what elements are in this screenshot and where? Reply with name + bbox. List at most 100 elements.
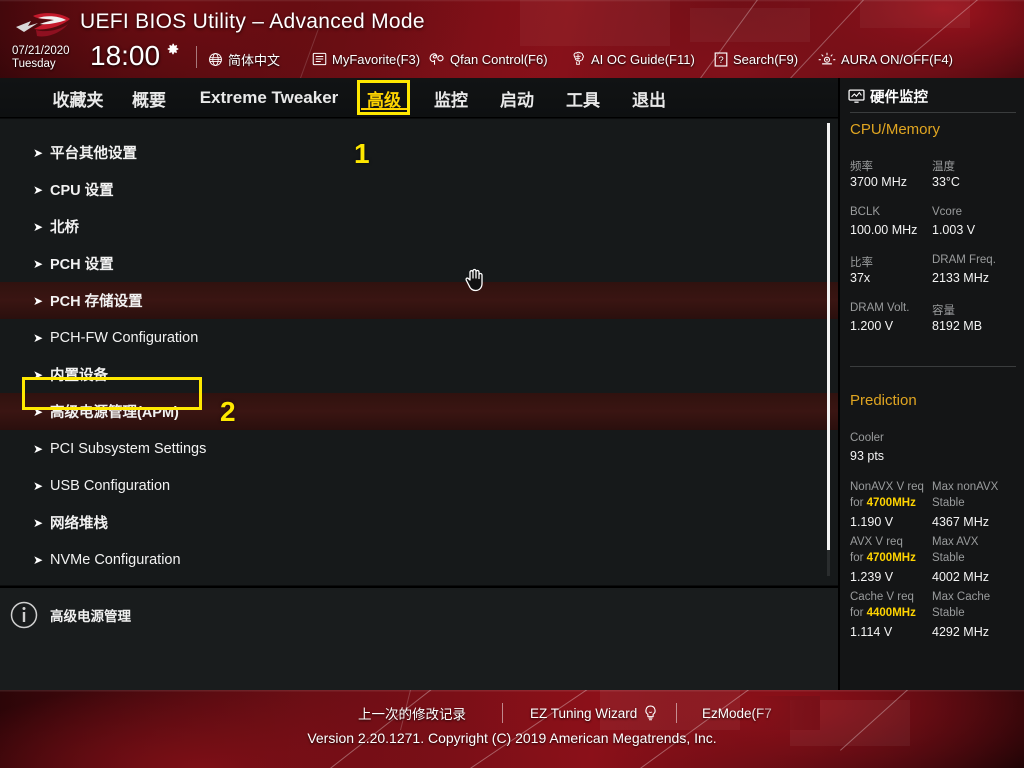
pred-nonavx-value: 1.190 V	[850, 515, 894, 529]
hw-key-bclk: BCLK	[850, 206, 881, 218]
header-item-label: Qfan Control(F6)	[450, 51, 548, 67]
list-item-northbridge[interactable]: ➤ 北桥	[0, 208, 838, 245]
header-item-language[interactable]: 简体中文	[208, 48, 280, 70]
list-item-pch-storage[interactable]: ➤ PCH 存储设置	[0, 282, 838, 319]
hw-key-ratio: 比率	[850, 257, 873, 269]
header-item-label: MyFavorite(F3)	[332, 51, 421, 67]
chevron-right-icon: ➤	[33, 145, 44, 160]
section-cpu-memory-title: CPU/Memory	[850, 121, 941, 138]
bulb-icon	[645, 705, 656, 721]
date-display: 07/21/2020 Tuesday	[12, 45, 70, 70]
bios-screen: UEFI BIOS Utility – Advanced Mode 07/21/…	[0, 0, 1024, 768]
footer-divider-1	[502, 703, 503, 723]
info-panel: 高级电源管理	[0, 586, 838, 690]
chevron-right-icon: ➤	[33, 478, 44, 493]
footer-item-label: 上一次的修改记录	[358, 707, 466, 722]
rog-eye-logo	[16, 13, 70, 37]
pred-for-prefix: for	[850, 497, 867, 509]
tab-boot[interactable]: 启动	[490, 78, 544, 118]
header-item-qfan-control[interactable]: Qfan Control(F6)	[428, 48, 548, 70]
tab-tool[interactable]: 工具	[556, 78, 610, 118]
hw-val-vcore: 1.003 V	[932, 223, 976, 237]
scrollbar-thumb[interactable]	[827, 123, 830, 550]
chevron-right-icon: ➤	[33, 219, 44, 234]
footer-right-fade	[750, 696, 820, 730]
pred-max-cache-l2: Stable	[932, 607, 965, 619]
svg-text:?: ?	[718, 54, 723, 65]
list-item-label: 平台其他设置	[50, 146, 137, 162]
header-divider	[196, 46, 197, 68]
clock-display: 18:00	[90, 40, 161, 71]
hw-monitor-title-label: 硬件监控	[870, 90, 928, 106]
hw-key-cooler: Cooler	[850, 432, 884, 444]
pred-max-cache-l1: Max Cache	[932, 591, 991, 603]
pred-for-prefix: for	[850, 607, 867, 619]
hw-key-capacity: 容量	[932, 305, 955, 317]
chevron-right-icon: ➤	[33, 256, 44, 271]
hw-key-temp: 温度	[932, 161, 955, 173]
pred-max-nonavx-l2: Stable	[932, 497, 965, 509]
list-item-pch-config[interactable]: ➤ PCH 设置	[0, 245, 838, 282]
header-item-aura[interactable]: AURA ON/OFF(F4)	[818, 48, 953, 70]
footer-divider-2	[676, 703, 677, 723]
pred-freq-highlight: 4400MHz	[866, 607, 916, 619]
pred-nonavx-key-l1: NonAVX V req	[850, 481, 924, 493]
pred-max-avx-l1: Max AVX	[932, 536, 979, 548]
aura-led-icon	[818, 52, 836, 65]
version-text: Version 2.20.1271. Copyright (C) 2019 Am…	[307, 730, 717, 746]
annotation-box-advanced-tab	[357, 80, 410, 115]
hw-val-cooler: 93 pts	[850, 449, 885, 463]
list-item-pch-fw[interactable]: ➤ PCH-FW Configuration	[0, 319, 838, 356]
tab-monitor[interactable]: 监控	[424, 78, 478, 118]
list-item-label: PCH-FW Configuration	[50, 329, 199, 346]
header-item-label: 简体中文	[228, 52, 281, 68]
pred-max-nonavx-l1: Max nonAVX	[932, 481, 999, 493]
list-item-label: 北桥	[50, 220, 79, 236]
tab-main[interactable]: 概要	[122, 78, 176, 118]
list-item-label: NVMe Configuration	[50, 551, 181, 568]
list-scrollbar[interactable]	[827, 123, 830, 576]
footer-item-last-modified[interactable]: 上一次的修改记录	[358, 702, 466, 724]
header-item-ai-oc-guide[interactable]: AI OC Guide(F11)	[570, 48, 695, 70]
monitor-icon	[848, 89, 865, 103]
hw-key-dram-volt: DRAM Volt.	[850, 302, 910, 314]
hw-val-dram-freq: 2133 MHz	[932, 271, 989, 285]
list-item-nvme-config[interactable]: ➤ NVMe Configuration	[0, 541, 838, 578]
pred-for-prefix: for	[850, 552, 867, 564]
pred-freq-highlight: 4700MHz	[866, 497, 916, 509]
hw-val-bclk: 100.00 MHz	[850, 223, 918, 237]
list-item-platform-misc[interactable]: ➤ 平台其他设置	[0, 134, 838, 171]
info-text: 高级电源管理	[50, 609, 131, 624]
settings-list: ➤ 平台其他设置 ➤ CPU 设置 ➤ 北桥 ➤ PCH 设置 ➤ PCH 存储设置 ➤ P…	[0, 119, 838, 585]
header-item-label: AURA ON/OFF(F4)	[841, 51, 953, 67]
pred-max-avx-l2: Stable	[932, 552, 965, 564]
list-item-pci-subsystem[interactable]: ➤ PCI Subsystem Settings	[0, 430, 838, 467]
header-item-myfavorite[interactable]: MyFavorite(F3)	[312, 48, 420, 70]
header-item-search[interactable]: ? Search(F9)	[714, 48, 798, 70]
question-icon: ?	[714, 51, 728, 67]
list-item-usb-config[interactable]: ➤ USB Configuration	[0, 467, 838, 504]
tab-favorites[interactable]: 收藏夹	[40, 78, 116, 118]
chevron-right-icon: ➤	[33, 182, 44, 197]
info-circle-icon	[10, 601, 38, 629]
gear-icon[interactable]	[166, 42, 180, 56]
pred-nonavx-key-l2: for 4700MHz	[850, 497, 916, 509]
chevron-right-icon: ➤	[33, 552, 44, 567]
pred-max-avx-value: 4002 MHz	[932, 570, 989, 584]
hw-key-frequency: 频率	[850, 161, 873, 173]
footer-item-label: EZ Tuning Wizard	[530, 705, 638, 721]
hw-val-temp: 33°C	[932, 175, 960, 189]
footer-bar: 上一次的修改记录 EZ Tuning Wizard EzMode(F7 Vers…	[0, 690, 1024, 768]
annotation-number-2: 2	[220, 396, 236, 427]
list-item-network-stack[interactable]: ➤ 网络堆栈	[0, 504, 838, 541]
hw-key-dram-freq: DRAM Freq.	[932, 254, 996, 266]
chevron-right-icon: ➤	[33, 441, 44, 456]
footer-item-ez-tuning-wizard[interactable]: EZ Tuning Wizard	[530, 702, 658, 724]
tab-exit[interactable]: 退出	[622, 78, 676, 118]
hw-monitor-title: 硬件监控	[848, 86, 928, 107]
date-value: 07/21/2020	[12, 45, 70, 57]
list-item-cpu-config[interactable]: ➤ CPU 设置	[0, 171, 838, 208]
hw-key-vcore: Vcore	[932, 206, 963, 218]
hw-divider-2	[850, 366, 1016, 367]
tab-extreme-tweaker[interactable]: Extreme Tweaker	[183, 78, 355, 118]
